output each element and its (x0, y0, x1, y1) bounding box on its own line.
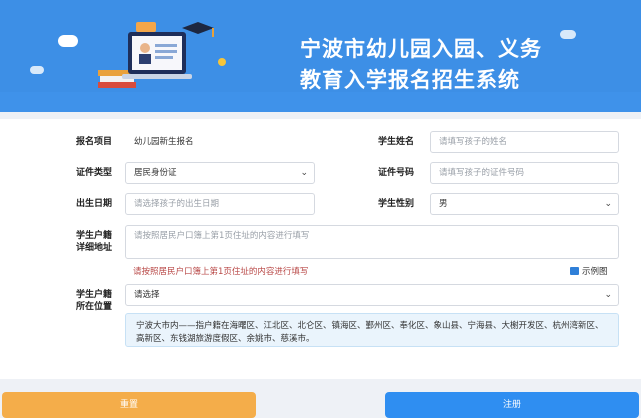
project-value: 幼儿园新生报名 (125, 131, 315, 153)
id-type-label: 证件类型 (76, 168, 113, 178)
chevron-down-icon: ⌄ (300, 168, 308, 178)
location-label-line1: 学生户籍 (76, 290, 113, 300)
cloud-icon (58, 35, 78, 47)
page-title-line1: 宁波市幼儿园入园、义务 (300, 36, 542, 61)
id-type-value: 居民身份证 (134, 168, 177, 178)
classroom-illustration (98, 22, 226, 88)
location-select[interactable]: 请选择 ⌄ (125, 284, 619, 306)
gender-select[interactable]: 男 ⌄ (430, 193, 619, 215)
id-type-select[interactable]: 居民身份证 ⌄ (125, 162, 315, 184)
reset-button[interactable]: 重置 (2, 392, 256, 418)
example-link[interactable]: 示例图 (570, 265, 608, 277)
gender-value: 男 (439, 199, 448, 209)
cloud-icon (30, 66, 44, 74)
cloud-icon (560, 30, 576, 39)
id-number-label: 证件号码 (378, 168, 415, 178)
address-warning: 请按照居民户口簿上第1页住址的内容进行填写 (133, 267, 309, 277)
address-textarea[interactable]: 请按照居民户口簿上第1页住址的内容进行填写 (125, 225, 619, 259)
example-link-label: 示例图 (582, 267, 608, 277)
location-info-box: 宁波大市内——指户籍在海曙区、江北区、北仑区、镇海区、鄞州区、奉化区、象山县、宁… (125, 313, 619, 347)
image-icon (570, 267, 579, 275)
gender-label: 学生性别 (378, 199, 415, 209)
address-label-line2: 详细地址 (76, 243, 113, 253)
location-label-line2: 所在位置 (76, 302, 113, 312)
student-name-label: 学生姓名 (378, 137, 415, 147)
address-label-line1: 学生户籍 (76, 231, 113, 241)
header-banner: 宁波市幼儿园入园、义务 教育入学报名招生系统 (0, 0, 641, 112)
chevron-down-icon: ⌄ (604, 199, 612, 209)
birth-date-label: 出生日期 (76, 199, 113, 209)
register-button[interactable]: 注册 (385, 392, 639, 418)
id-number-input[interactable]: 请填写孩子的证件号码 (430, 162, 619, 184)
page-title-line2: 教育入学报名招生系统 (300, 67, 520, 92)
chevron-down-icon: ⌄ (604, 290, 612, 300)
birth-date-input[interactable]: 请选择孩子的出生日期 (125, 193, 315, 215)
location-value: 请选择 (134, 290, 160, 300)
student-name-input[interactable]: 请填写孩子的姓名 (430, 131, 619, 153)
project-label: 报名项目 (76, 137, 113, 147)
